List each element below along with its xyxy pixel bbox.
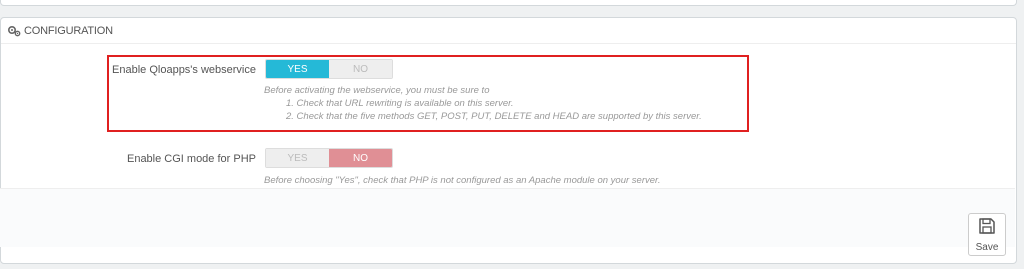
floppy-disk-icon	[978, 217, 996, 240]
save-label: Save	[975, 241, 999, 253]
panel-heading: CONFIGURATION	[1, 18, 1016, 44]
cgi-help: Before choosing "Yes", check that PHP is…	[264, 175, 661, 186]
cgi-yes-option[interactable]: YES	[266, 149, 329, 167]
highlight-box	[107, 55, 749, 132]
save-button[interactable]: Save	[968, 213, 1006, 256]
cgi-no-option[interactable]: NO	[329, 149, 392, 167]
cgi-label: Enable CGI mode for PHP	[126, 153, 256, 165]
gears-icon	[7, 25, 21, 37]
panel-title: CONFIGURATION	[24, 24, 113, 37]
panel-footer	[0, 188, 1015, 247]
top-card	[0, 0, 1017, 6]
cgi-toggle[interactable]: YES NO	[265, 148, 393, 168]
